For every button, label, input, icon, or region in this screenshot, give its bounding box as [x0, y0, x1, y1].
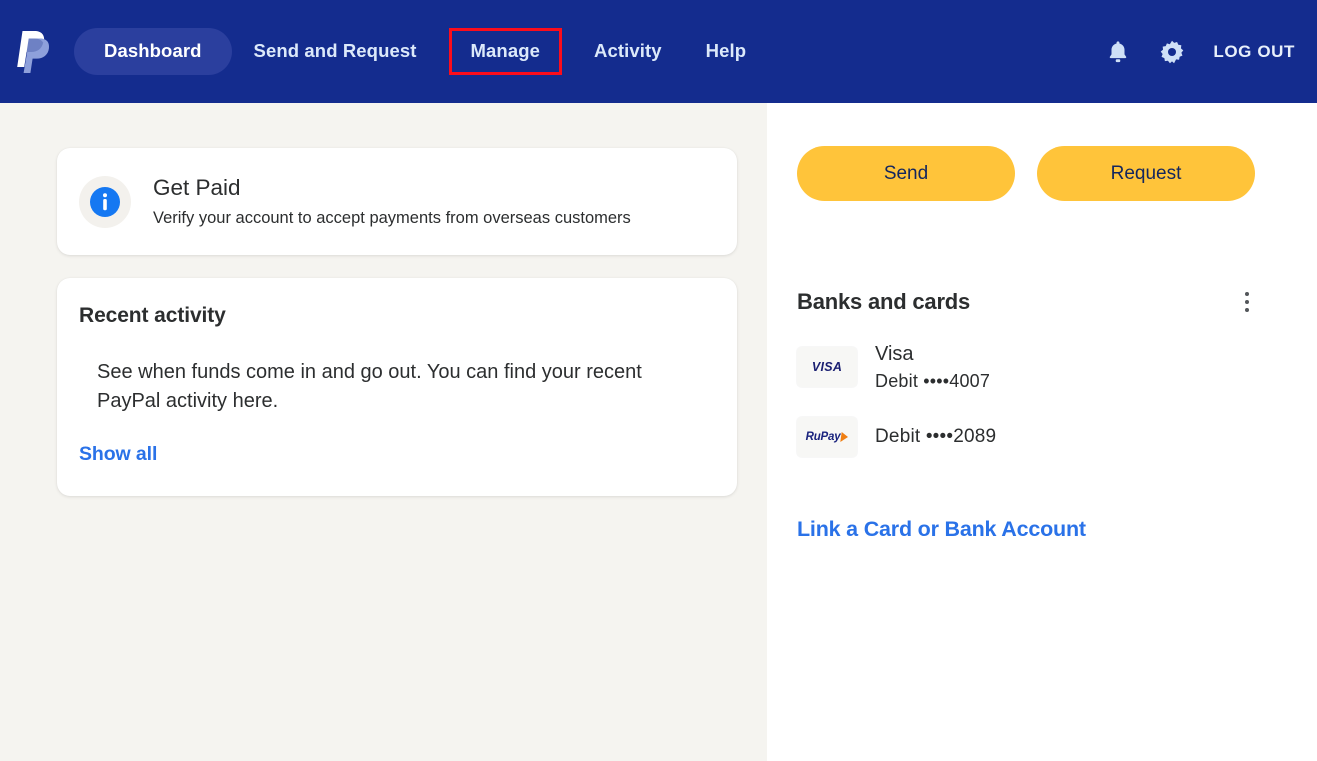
- get-paid-title: Get Paid: [153, 175, 241, 200]
- card-details: Visa Debit ••••4007: [875, 341, 990, 393]
- banks-and-cards-title: Banks and cards: [797, 289, 971, 314]
- kebab-menu-icon[interactable]: [1234, 289, 1260, 315]
- page-content: Get Paid Verify your account to accept p…: [0, 103, 1317, 761]
- show-all-link[interactable]: Show all: [79, 443, 157, 466]
- get-paid-subtitle: Verify your account to accept payments f…: [153, 209, 631, 228]
- main-column: Get Paid Verify your account to accept p…: [0, 103, 767, 761]
- card-details: Debit ••••2089: [875, 425, 996, 450]
- nav-label: Activity: [594, 40, 662, 62]
- primary-navigation: Dashboard Send and Request Manage Activi…: [74, 28, 768, 75]
- recent-activity-card: Recent activity See when funds come in a…: [57, 278, 737, 497]
- nav-item-activity[interactable]: Activity: [572, 28, 684, 75]
- sidebar-column: Send Request Banks and cards VISA Visa D…: [767, 103, 1317, 761]
- kebab-dot: [1245, 292, 1249, 296]
- info-icon: [90, 187, 120, 217]
- rupay-logo-text: RuPay: [805, 431, 841, 444]
- nav-label: Manage: [470, 40, 541, 62]
- get-paid-card[interactable]: Get Paid Verify your account to accept p…: [57, 148, 737, 256]
- bell-icon[interactable]: [1105, 39, 1131, 65]
- logout-button[interactable]: LOG OUT: [1213, 42, 1295, 62]
- card-name: Visa: [875, 343, 914, 365]
- nav-label: Help: [705, 40, 747, 62]
- rupay-logo-icon: RuPay: [797, 417, 857, 458]
- nav-item-dashboard[interactable]: Dashboard: [74, 28, 232, 75]
- gear-icon[interactable]: [1159, 39, 1185, 65]
- nav-item-manage[interactable]: Manage: [448, 28, 563, 75]
- nav-label: Send and Request: [253, 40, 417, 62]
- link-card-or-bank-account-link[interactable]: Link a Card or Bank Account: [797, 517, 1086, 542]
- app-header: Dashboard Send and Request Manage Activi…: [0, 0, 1317, 103]
- info-icon-badge: [79, 176, 131, 228]
- card-list-item-rupay[interactable]: RuPay Debit ••••2089: [797, 417, 1317, 458]
- quick-actions: Send Request: [797, 146, 1317, 201]
- nav-item-help[interactable]: Help: [684, 28, 769, 75]
- send-button[interactable]: Send: [797, 146, 1015, 201]
- visa-logo-icon: VISA: [797, 347, 857, 388]
- card-number: Debit ••••4007: [875, 371, 991, 391]
- kebab-dot: [1245, 308, 1249, 312]
- rupay-logo-mark: RuPay: [805, 431, 850, 444]
- paypal-logo-icon[interactable]: [14, 29, 54, 75]
- nav-item-send-and-request[interactable]: Send and Request: [232, 28, 439, 75]
- nav-label: Dashboard: [104, 40, 202, 62]
- request-button[interactable]: Request: [1037, 146, 1255, 201]
- card-number: Debit ••••2089: [875, 426, 997, 448]
- card-list-item-visa[interactable]: VISA Visa Debit ••••4007: [797, 341, 1317, 393]
- header-actions: LOG OUT: [1105, 39, 1317, 65]
- banks-and-cards-header: Banks and cards: [797, 289, 1260, 315]
- get-paid-text: Get Paid Verify your account to accept p…: [153, 172, 631, 229]
- rupay-arrow-icon: [840, 432, 850, 443]
- recent-activity-empty-message: See when funds come in and go out. You c…: [97, 361, 642, 412]
- recent-activity-title: Recent activity: [79, 304, 226, 328]
- kebab-dot: [1245, 300, 1249, 304]
- visa-logo-text: VISA: [811, 360, 843, 375]
